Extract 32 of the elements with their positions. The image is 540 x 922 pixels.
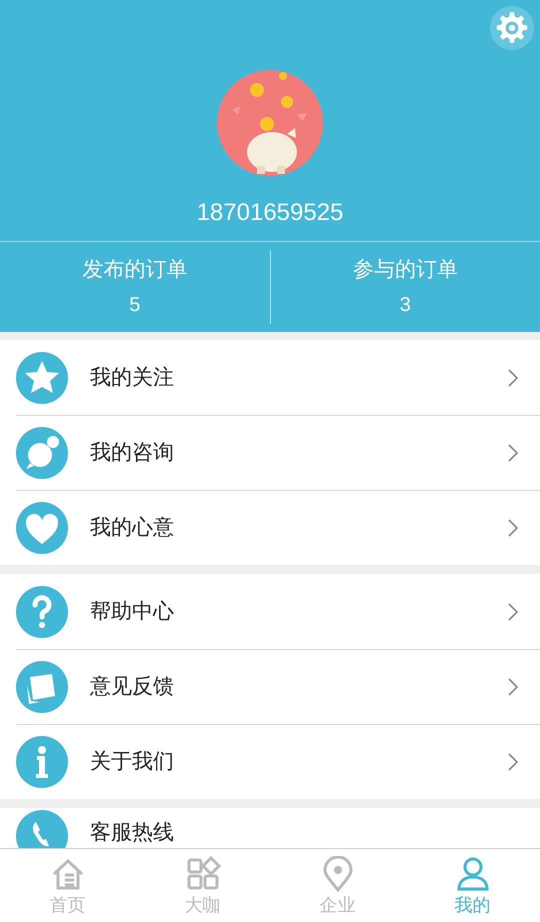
menu-item[interactable]: 我的咨询 bbox=[16, 415, 540, 490]
menu-label: 帮助中心 bbox=[90, 598, 175, 625]
menu-label: 关于我们 bbox=[90, 749, 175, 776]
chevron-icon bbox=[508, 753, 518, 772]
menu-label: 我的咨询 bbox=[90, 440, 175, 466]
menu-label: 我的关注 bbox=[90, 364, 175, 391]
info-icon bbox=[16, 736, 68, 788]
stat-value: 3 bbox=[400, 293, 411, 318]
stat-label: 发布的订单 bbox=[82, 257, 188, 284]
stat-value: 5 bbox=[129, 293, 140, 318]
phone-number: 18701659525 bbox=[196, 198, 344, 228]
menu-item[interactable]: 我的心意 bbox=[16, 490, 540, 566]
settings-button[interactable] bbox=[490, 6, 534, 50]
menu-item[interactable]: 关于我们 bbox=[16, 724, 540, 800]
menu-label: 客服热线 bbox=[90, 820, 175, 846]
question-icon bbox=[16, 586, 68, 638]
chevron-icon bbox=[508, 519, 518, 538]
person-icon bbox=[454, 856, 490, 892]
grid-icon bbox=[184, 856, 220, 892]
paper-icon bbox=[16, 661, 68, 714]
chevron-icon bbox=[508, 678, 518, 696]
menu-label: 我的心意 bbox=[90, 515, 175, 542]
menu-label: 意见反馈 bbox=[90, 674, 175, 700]
chevron-icon bbox=[508, 444, 518, 462]
chat-bubble-icon bbox=[16, 427, 68, 480]
chevron-icon bbox=[508, 602, 518, 621]
menu-item[interactable]: 我的关注 bbox=[16, 340, 540, 416]
menu-item[interactable]: 帮助中心 bbox=[16, 574, 540, 650]
stat-label: 参与的订单 bbox=[352, 257, 458, 284]
chevron-icon bbox=[508, 368, 518, 387]
settings-icon bbox=[495, 11, 529, 45]
menu-item[interactable]: 意见反馈 bbox=[16, 649, 540, 724]
